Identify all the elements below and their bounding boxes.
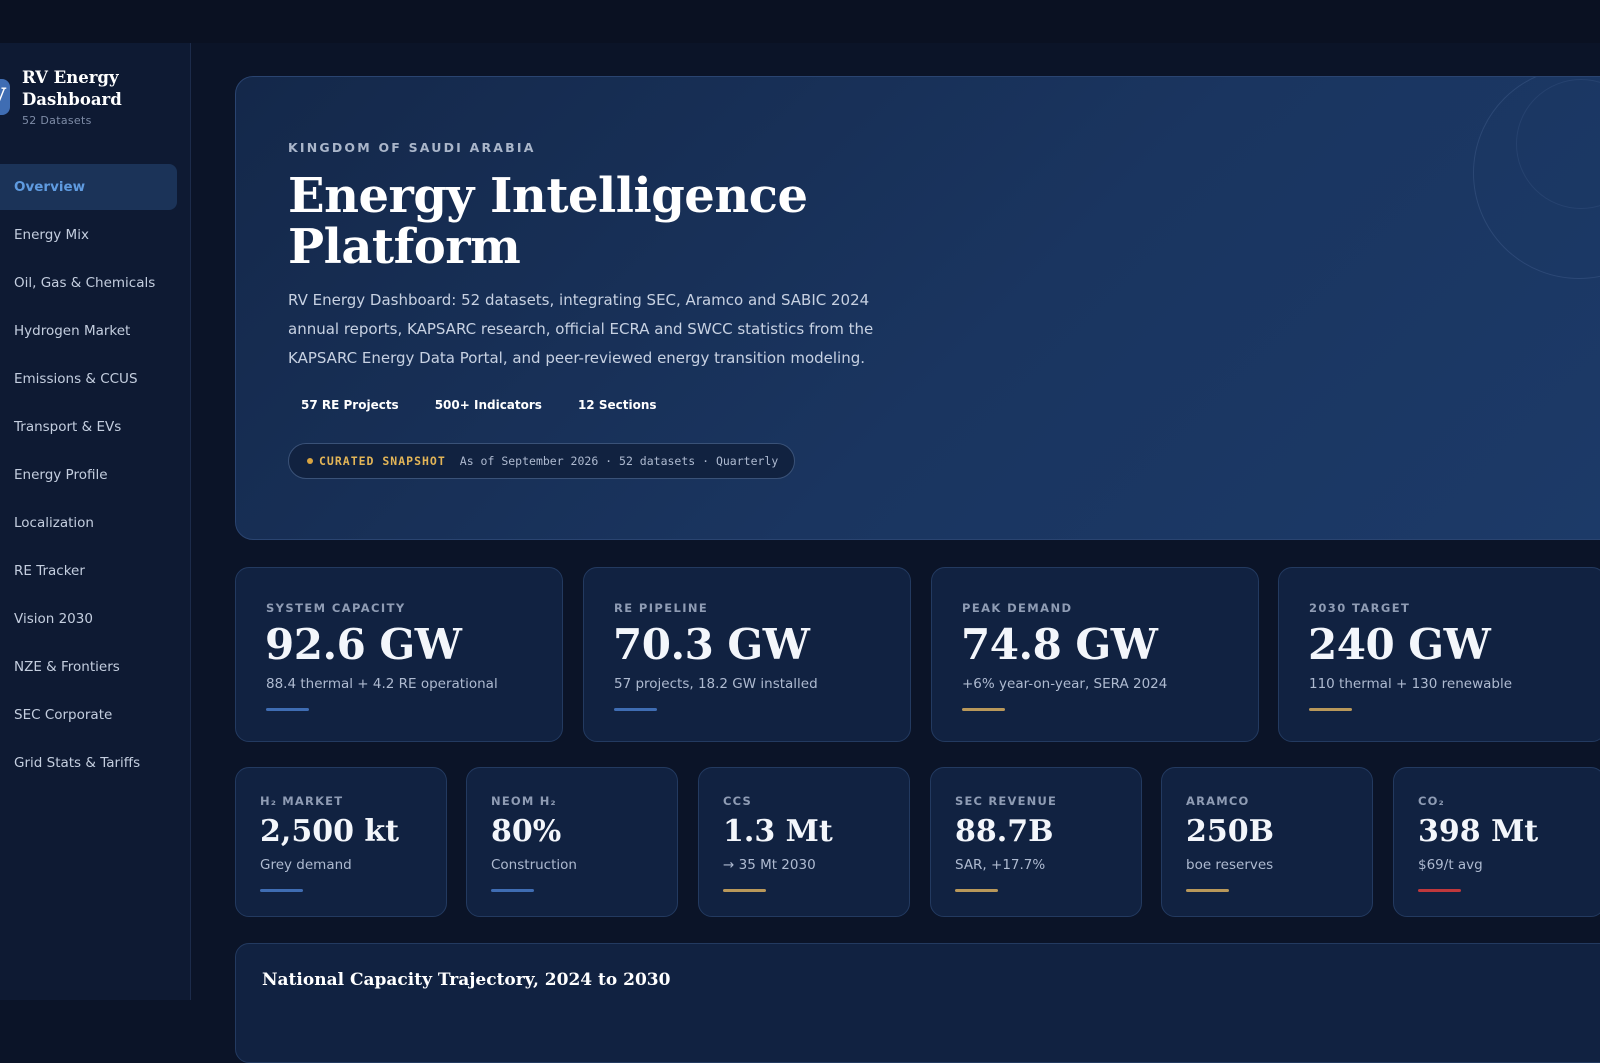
hero-description: RV Energy Dashboard: 52 datasets, integr…: [288, 291, 874, 367]
kpi-label: SYSTEM CAPACITY: [266, 601, 406, 615]
kpi-card-2030-target[interactable]: 2030 TARGET 240 GW 110 thermal + 130 ren…: [1278, 567, 1600, 742]
chart-section-title: National Capacity Trajectory, 2024 to 20…: [262, 970, 671, 990]
brand-title: RV Energy Dashboard: [22, 68, 122, 109]
kpi-row-primary: SYSTEM CAPACITY 92.6 GW 88.4 thermal + 4…: [235, 567, 1600, 742]
kpi-label: RE PIPELINE: [614, 601, 709, 615]
main-content: KINGDOM OF SAUDI ARABIA Energy Intellige…: [191, 43, 1600, 1063]
sidebar-item-transport-evs[interactable]: Transport & EVs: [0, 404, 177, 450]
snapshot-text: As of September 2026 · 52 datasets · Qua…: [459, 454, 779, 468]
kpi-value: 398 Mt: [1418, 814, 1539, 849]
sidebar-item-energy-mix[interactable]: Energy Mix: [0, 212, 177, 258]
kpi-row-secondary: H₂ MARKET 2,500 kt Grey demand NEOM H₂ 8…: [235, 767, 1600, 917]
sidebar-item-emissions-ccus[interactable]: Emissions & CCUS: [0, 356, 177, 402]
sidebar: V RV Energy Dashboard 52 Datasets Overvi…: [0, 43, 191, 1000]
kpi-value: 92.6 GW: [265, 620, 462, 669]
kpi-subtitle: SAR, +17.7%: [955, 857, 1046, 873]
kpi-card-re-pipeline[interactable]: RE PIPELINE 70.3 GW 57 projects, 18.2 GW…: [583, 567, 911, 742]
kpi-accent-bar: [723, 889, 766, 892]
kpi-label: ARAMCO: [1186, 794, 1250, 808]
kpi-card-peak-demand[interactable]: PEAK DEMAND 74.8 GW +6% year-on-year, SE…: [931, 567, 1259, 742]
kpi-value: 70.3 GW: [613, 620, 810, 669]
kpi-value: 80%: [491, 814, 562, 849]
kpi-value: 1.3 Mt: [723, 814, 833, 849]
kpi-value: 250B: [1186, 814, 1274, 849]
sidebar-item-grid-stats-tariffs[interactable]: Grid Stats & Tariffs: [0, 740, 177, 786]
sidebar-item-oil-gas-chemicals[interactable]: Oil, Gas & Chemicals: [0, 260, 177, 306]
sidebar-item-energy-profile[interactable]: Energy Profile: [0, 452, 177, 498]
kpi-accent-bar: [491, 889, 534, 892]
snapshot-badge: CURATED SNAPSHOT As of September 2026 · …: [288, 443, 796, 479]
kpi-accent-bar: [614, 708, 657, 711]
sidebar-item-nze-frontiers[interactable]: NZE & Frontiers: [0, 644, 177, 690]
kpi-accent-bar: [1309, 708, 1352, 711]
kpi-label: NEOM H₂: [491, 794, 557, 808]
sidebar-item-sec-corporate[interactable]: SEC Corporate: [0, 692, 177, 738]
kpi-accent-bar: [955, 889, 998, 892]
kpi-subtitle: Construction: [491, 857, 577, 873]
kpi-label: CCS: [723, 794, 752, 808]
kpi-label: 2030 TARGET: [1309, 601, 1411, 615]
kpi-accent-bar: [962, 708, 1005, 711]
brand-subtitle: 52 Datasets: [22, 114, 92, 127]
hero-banner: KINGDOM OF SAUDI ARABIA Energy Intellige…: [235, 76, 1600, 540]
snapshot-label: CURATED SNAPSHOT: [319, 454, 446, 468]
kpi-value: 240 GW: [1308, 620, 1491, 669]
kpi-accent-bar: [1186, 889, 1229, 892]
kpi-subtitle: 88.4 thermal + 4.2 RE operational: [266, 676, 498, 692]
kpi-label: H₂ MARKET: [260, 794, 344, 808]
kpi-card-neom-h2[interactable]: NEOM H₂ 80% Construction: [466, 767, 678, 917]
kpi-value: 2,500 kt: [260, 814, 400, 849]
kpi-subtitle: boe reserves: [1186, 857, 1274, 873]
kpi-subtitle: $69/t avg: [1418, 857, 1483, 873]
sidebar-item-localization[interactable]: Localization: [0, 500, 177, 546]
kpi-card-co2[interactable]: CO₂ 398 Mt $69/t avg: [1393, 767, 1600, 917]
hero-tags: 57 RE Projects 500+ Indicators 12 Sectio…: [288, 394, 680, 416]
kpi-subtitle: +6% year-on-year, SERA 2024: [962, 676, 1168, 692]
hero-tag: 500+ Indicators: [434, 398, 542, 412]
sidebar-item-overview[interactable]: Overview: [0, 164, 177, 210]
kpi-subtitle: Grey demand: [260, 857, 352, 873]
page-title: Energy Intelligence Platform: [288, 168, 808, 275]
capacity-trajectory-card: National Capacity Trajectory, 2024 to 20…: [235, 943, 1600, 1063]
kpi-card-aramco[interactable]: ARAMCO 250B boe reserves: [1161, 767, 1373, 917]
hero-tag: 12 Sections: [577, 398, 657, 412]
sidebar-nav: Overview Energy Mix Oil, Gas & Chemicals…: [0, 164, 191, 788]
kpi-value: 88.7B: [955, 814, 1054, 849]
brand-logo-icon: V: [0, 79, 10, 115]
kpi-subtitle: → 35 Mt 2030: [723, 857, 816, 873]
hero-tag: 57 RE Projects: [301, 398, 399, 412]
kpi-subtitle: 110 thermal + 130 renewable: [1309, 676, 1513, 692]
brand: V RV Energy Dashboard 52 Datasets: [0, 67, 191, 137]
kpi-label: CO₂: [1418, 794, 1445, 808]
kpi-label: PEAK DEMAND: [962, 601, 1073, 615]
top-bar: [0, 0, 1600, 43]
sidebar-item-vision-2030[interactable]: Vision 2030: [0, 596, 177, 642]
kpi-card-ccs[interactable]: CCS 1.3 Mt → 35 Mt 2030: [698, 767, 910, 917]
kpi-card-system-capacity[interactable]: SYSTEM CAPACITY 92.6 GW 88.4 thermal + 4…: [235, 567, 563, 742]
hero-eyebrow: KINGDOM OF SAUDI ARABIA: [288, 140, 536, 155]
sidebar-item-re-tracker[interactable]: RE Tracker: [0, 548, 177, 594]
status-dot-icon: [307, 458, 313, 464]
kpi-label: SEC REVENUE: [955, 794, 1058, 808]
kpi-subtitle: 57 projects, 18.2 GW installed: [614, 676, 818, 692]
kpi-accent-bar: [266, 708, 309, 711]
kpi-value: 74.8 GW: [961, 620, 1158, 669]
kpi-card-sec-revenue[interactable]: SEC REVENUE 88.7B SAR, +17.7%: [930, 767, 1142, 917]
kpi-accent-bar: [1418, 889, 1461, 892]
kpi-accent-bar: [260, 889, 303, 892]
kpi-card-h2-market[interactable]: H₂ MARKET 2,500 kt Grey demand: [235, 767, 447, 917]
sidebar-item-hydrogen-market[interactable]: Hydrogen Market: [0, 308, 177, 354]
